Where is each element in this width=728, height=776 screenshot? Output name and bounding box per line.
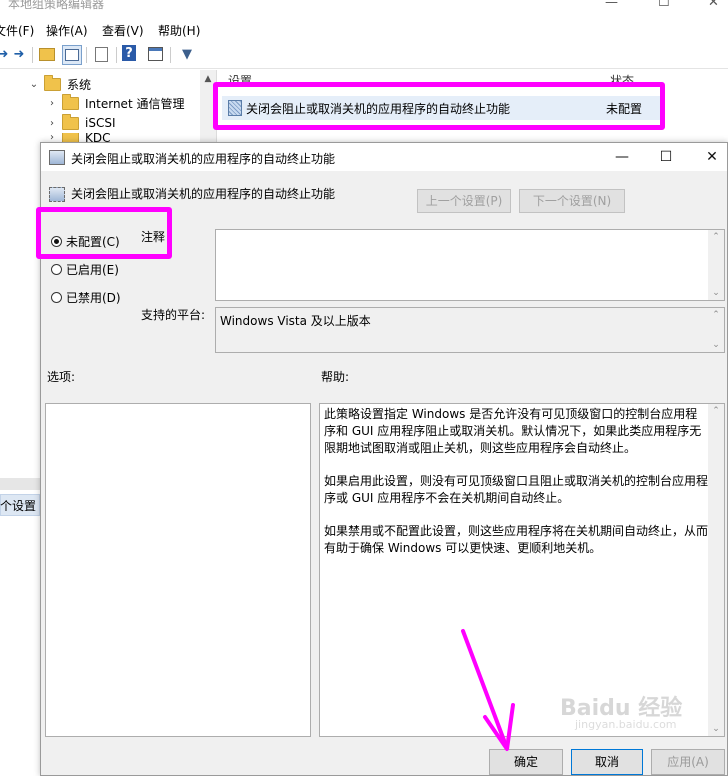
- scroll-down-icon[interactable]: ⌄: [708, 724, 724, 734]
- maximize-icon[interactable]: ☐: [651, 147, 681, 167]
- forward-arrow-icon[interactable]: ➜: [10, 45, 28, 63]
- toolbar-separator: [86, 47, 87, 63]
- help-label: 帮助:: [321, 370, 350, 384]
- close-icon[interactable]: ✕: [697, 147, 727, 167]
- properties-icon[interactable]: [146, 45, 164, 63]
- menu-help[interactable]: 帮助(H): [158, 22, 200, 39]
- comment-scrollbar[interactable]: ⌃ ⌄: [708, 230, 724, 300]
- tree-item-system[interactable]: ⌄ 系统: [28, 74, 92, 93]
- tree-hscrollbar[interactable]: [0, 478, 40, 490]
- chevron-right-icon[interactable]: ›: [46, 98, 58, 109]
- comment-textarea[interactable]: ⌃ ⌄: [215, 229, 725, 301]
- setting-heading: 关闭会阻止或取消关机的应用程序的自动终止功能: [71, 187, 336, 201]
- options-label: 选项:: [47, 370, 76, 384]
- apply-button[interactable]: 应用(A): [651, 749, 725, 775]
- options-panel: [45, 403, 311, 737]
- folder-up-icon[interactable]: [38, 45, 56, 63]
- dialog-titlebar: 关闭会阻止或取消关机的应用程序的自动终止功能 — ☐ ✕: [41, 143, 727, 171]
- radio-button[interactable]: [51, 264, 62, 275]
- radio-button[interactable]: [51, 292, 62, 303]
- close-icon[interactable]: ✕: [708, 0, 719, 10]
- folder-icon: [62, 113, 79, 130]
- dialog-title: 关闭会阻止或取消关机的应用程序的自动终止功能: [71, 152, 336, 166]
- menu-action[interactable]: 操作(A): [46, 22, 88, 39]
- scroll-up-icon[interactable]: ⌃: [708, 232, 724, 242]
- chevron-right-icon[interactable]: ›: [46, 133, 58, 142]
- prev-setting-button[interactable]: 上一个设置(P): [417, 189, 511, 213]
- watermark-url: jingyan.baidu.com: [575, 718, 677, 731]
- chevron-down-icon[interactable]: ⌄: [28, 79, 40, 90]
- help-icon[interactable]: ?: [122, 45, 136, 61]
- minimize-icon[interactable]: —: [607, 147, 637, 167]
- tree-item-label: iSCSI: [85, 116, 116, 130]
- platform-scrollbar[interactable]: ⌃ ⌄: [708, 308, 724, 352]
- left-pane-item-label: 个设置: [0, 499, 37, 513]
- radio-enabled[interactable]: 已启用(E): [51, 261, 119, 278]
- tree-item-iscsi[interactable]: › iSCSI: [46, 113, 116, 132]
- cancel-button[interactable]: 取消: [571, 749, 643, 775]
- show-hide-tree-icon[interactable]: [62, 45, 82, 65]
- annotation-arrow: [461, 629, 515, 751]
- scroll-up-icon[interactable]: ⌃: [708, 406, 724, 416]
- radio-label: 已启用(E): [66, 263, 119, 277]
- menu-view[interactable]: 查看(V): [102, 22, 144, 39]
- main-titlebar: 本地组策略编辑器 — ☐ ✕: [0, 0, 728, 16]
- folder-icon: [62, 93, 79, 110]
- tree-item-label: 系统: [67, 77, 92, 92]
- platform-label: 支持的平台:: [141, 308, 206, 322]
- policy-dialog-icon: [49, 150, 65, 165]
- help-paragraph: 如果启用此设置，则没有可见顶级窗口且阻止或取消关机的控制台应用程序或 GUI 应…: [324, 474, 709, 505]
- minimize-icon[interactable]: —: [605, 0, 618, 10]
- platform-value: Windows Vista 及以上版本: [220, 314, 371, 328]
- tree-item-kdc[interactable]: › KDC: [46, 133, 111, 142]
- help-scrollbar[interactable]: ⌃ ⌄: [708, 404, 724, 736]
- chevron-right-icon[interactable]: ›: [46, 118, 58, 129]
- platform-field: Windows Vista 及以上版本 ⌃ ⌄: [215, 307, 725, 353]
- toolbar-separator: [32, 47, 33, 63]
- setting-icon: [49, 187, 65, 202]
- scroll-down-icon[interactable]: ⌄: [708, 288, 724, 298]
- radio-disabled[interactable]: 已禁用(D): [51, 289, 121, 306]
- menu-file[interactable]: 文件(F): [0, 22, 34, 39]
- maximize-icon[interactable]: ☐: [658, 0, 670, 10]
- folder-icon: [62, 133, 79, 142]
- next-setting-button[interactable]: 下一个设置(N): [519, 189, 625, 213]
- export-list-icon[interactable]: [92, 45, 110, 63]
- main-window-title: 本地组策略编辑器: [8, 0, 105, 11]
- help-paragraph: 如果禁用或不配置此设置，则这些应用程序将在关机期间自动终止，从而有助于确保 Wi…: [324, 524, 709, 555]
- highlight-box-not-configured: [36, 207, 172, 259]
- help-paragraph: 此策略设置指定 Windows 是否允许没有可见顶级窗口的控制台应用程序和 GU…: [324, 407, 702, 455]
- radio-label: 已禁用(D): [66, 291, 121, 305]
- highlight-box-policy-row: [213, 82, 665, 130]
- toolbar-separator: [116, 47, 117, 63]
- help-text: 此策略设置指定 Windows 是否允许没有可见顶级窗口的控制台应用程序和 GU…: [324, 406, 708, 573]
- scroll-down-icon[interactable]: ⌄: [708, 340, 724, 350]
- scroll-up-icon[interactable]: ⌃: [708, 310, 724, 320]
- menubar: 文件(F) 操作(A) 查看(V) 帮助(H): [0, 18, 728, 40]
- tree-item-label: KDC: [85, 133, 111, 142]
- folder-icon: [44, 74, 61, 91]
- toolbar-separator: [170, 47, 171, 63]
- tree-item-internet-comm[interactable]: › Internet 通信管理: [46, 93, 185, 112]
- toolbar: ➜ ➜ ? ▼: [0, 42, 728, 69]
- tree-item-label: Internet 通信管理: [85, 96, 185, 111]
- filter-icon[interactable]: ▼: [178, 45, 196, 63]
